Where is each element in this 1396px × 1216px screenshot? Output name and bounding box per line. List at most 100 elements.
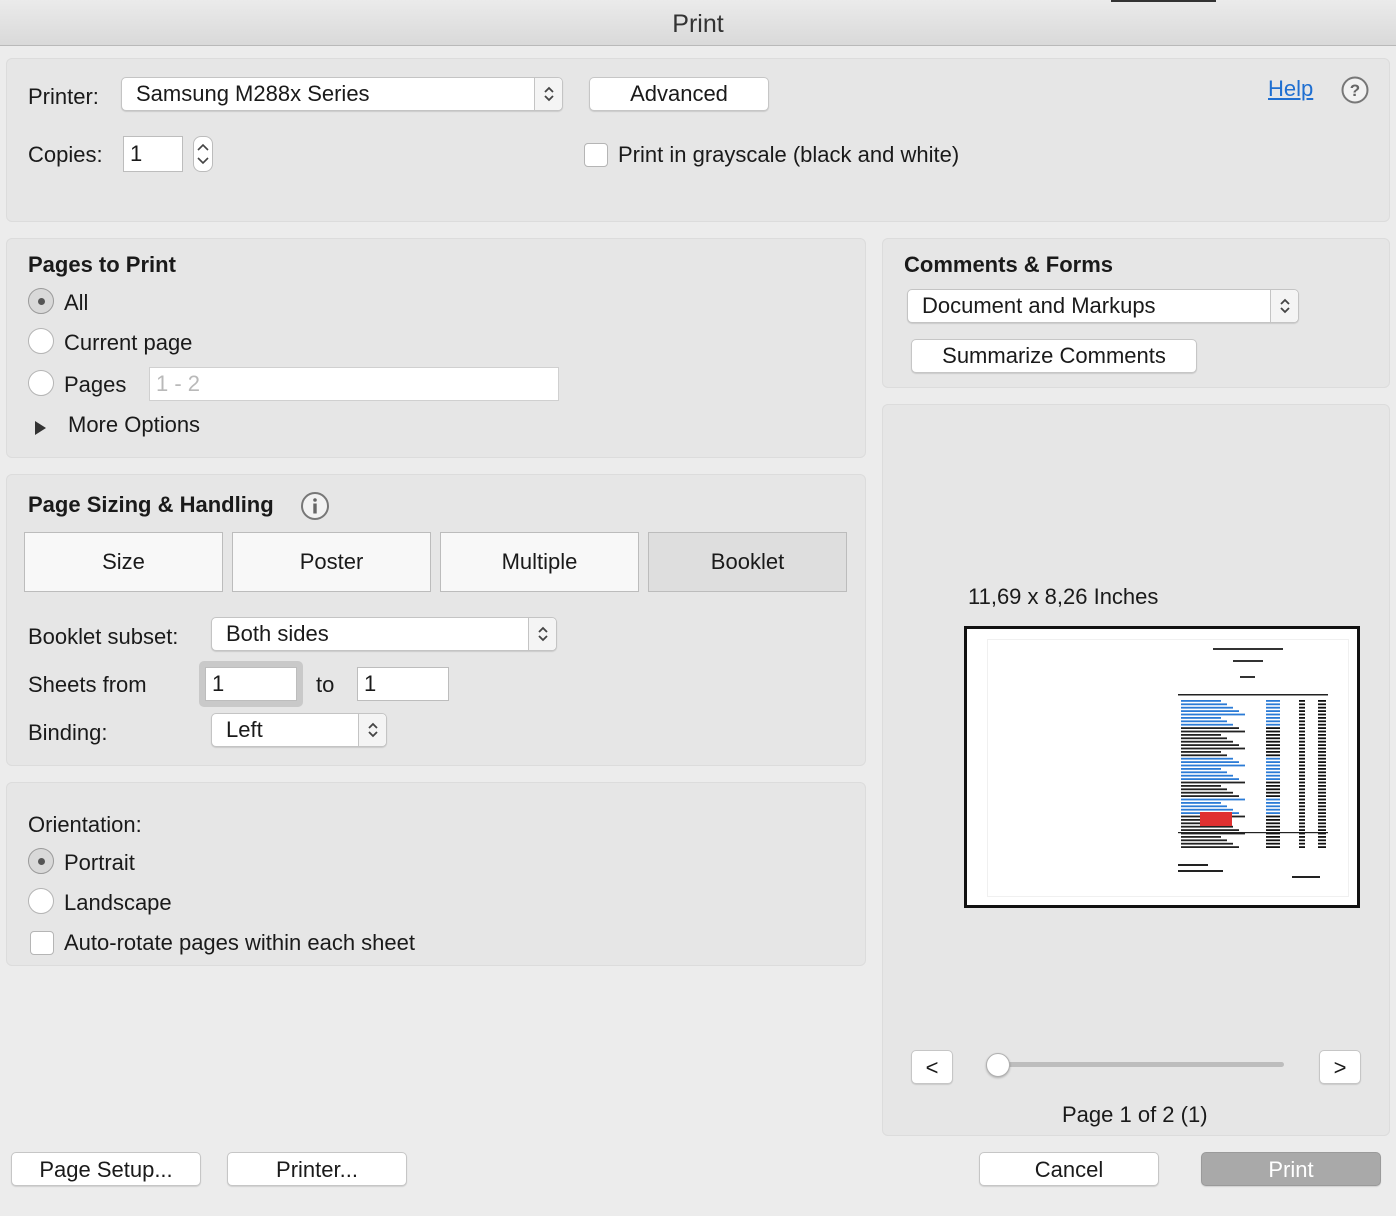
- thumb-cell: [1266, 744, 1280, 746]
- summarize-comments-button[interactable]: Summarize Comments: [911, 339, 1197, 373]
- thumb-cell: [1299, 764, 1305, 767]
- sheets-from-input[interactable]: 1: [205, 667, 297, 701]
- page-sizing-heading: Page Sizing & Handling: [28, 492, 274, 517]
- thumb-text-row: [1181, 798, 1245, 801]
- thumb-text-row: [1181, 761, 1239, 763]
- thumb-cell: [1318, 774, 1326, 777]
- thumb-cell: [1266, 846, 1280, 848]
- help-link[interactable]: Help: [1268, 76, 1313, 102]
- updown-arrows-icon: [358, 714, 386, 746]
- thumb-text-row: [1181, 706, 1233, 709]
- pages-range-radio[interactable]: [28, 370, 54, 396]
- updown-arrows-icon: [534, 78, 562, 110]
- thumb-cell: [1299, 751, 1305, 753]
- thumb-cell: [1318, 744, 1326, 746]
- info-icon[interactable]: [300, 491, 330, 521]
- pages-all-radio[interactable]: [28, 288, 54, 314]
- thumb-text-row: [1181, 771, 1227, 774]
- thumb-cell: [1299, 710, 1305, 712]
- thumb-text-row: [1181, 795, 1239, 797]
- thumb-cell: [1299, 757, 1305, 760]
- thumb-cell: [1318, 754, 1326, 757]
- pages-range-input[interactable]: 1 - 2: [149, 367, 559, 401]
- binding-select[interactable]: Left: [211, 713, 387, 747]
- thumb-cell: [1299, 819, 1305, 821]
- tab-multiple[interactable]: Multiple: [440, 532, 639, 592]
- thumb-signature-line: [1292, 876, 1320, 878]
- thumb-cell: [1299, 778, 1305, 780]
- thumb-text-row: [1181, 768, 1221, 770]
- thumb-cell: [1266, 723, 1280, 726]
- binding-value: Left: [226, 717, 263, 742]
- copies-stepper[interactable]: [193, 136, 213, 172]
- tab-poster[interactable]: Poster: [232, 532, 431, 592]
- booklet-subset-label: Booklet subset:: [28, 624, 179, 649]
- thumb-cell: [1318, 740, 1326, 743]
- landscape-radio[interactable]: [28, 888, 54, 914]
- prev-page-button[interactable]: <: [911, 1050, 953, 1084]
- thumb-cell: [1266, 808, 1280, 811]
- portrait-label: Portrait: [64, 850, 135, 875]
- disclosure-triangle-icon[interactable]: [34, 416, 48, 435]
- page-slider-thumb[interactable]: [986, 1053, 1010, 1077]
- comments-forms-select[interactable]: Document and Markups: [907, 289, 1299, 323]
- thumb-cell: [1299, 744, 1305, 746]
- tab-booklet[interactable]: Booklet: [648, 532, 847, 592]
- thumb-text-row: [1181, 839, 1227, 842]
- advanced-button[interactable]: Advanced: [589, 77, 769, 111]
- thumb-cell: [1318, 761, 1326, 763]
- thumb-text-row: [1181, 720, 1227, 723]
- thumb-text-row: [1181, 757, 1233, 760]
- auto-rotate-checkbox[interactable]: [30, 931, 54, 955]
- thumb-cell: [1318, 727, 1326, 729]
- page-slider-track[interactable]: [998, 1062, 1284, 1067]
- page-setup-button[interactable]: Page Setup...: [11, 1152, 201, 1186]
- pages-range-placeholder: 1 - 2: [156, 371, 201, 396]
- thumb-cell: [1318, 791, 1326, 794]
- tab-size[interactable]: Size: [24, 532, 223, 592]
- print-button[interactable]: Print: [1201, 1152, 1381, 1186]
- cancel-button[interactable]: Cancel: [979, 1152, 1159, 1186]
- current-page-label: Current page: [64, 330, 193, 355]
- printer-select[interactable]: Samsung M288x Series: [121, 77, 563, 111]
- thumb-cell: [1299, 839, 1305, 842]
- thumb-cell: [1266, 771, 1280, 774]
- more-options-label[interactable]: More Options: [68, 412, 200, 438]
- thumb-cell: [1299, 798, 1305, 801]
- booklet-subset-select[interactable]: Both sides: [211, 617, 557, 651]
- thumb-text-row: [1181, 842, 1233, 845]
- booklet-subset-value: Both sides: [226, 621, 329, 646]
- printer-button[interactable]: Printer...: [227, 1152, 407, 1186]
- thumb-text-row: [1181, 802, 1221, 804]
- preview-frame: [964, 626, 1360, 908]
- sheets-to-input[interactable]: 1: [357, 667, 449, 701]
- thumb-highlight: [1200, 812, 1232, 826]
- thumb-text-row: [1181, 754, 1227, 757]
- printer-label: Printer:: [28, 84, 99, 109]
- portrait-radio[interactable]: [28, 848, 54, 874]
- thumb-cell: [1318, 764, 1326, 767]
- thumb-cell: [1318, 805, 1326, 808]
- thumb-text-row: [1181, 723, 1233, 726]
- thumb-cell: [1318, 710, 1326, 712]
- thumb-cell: [1299, 754, 1305, 757]
- help-icon[interactable]: ?: [1341, 76, 1369, 104]
- thumb-cell: [1318, 822, 1326, 825]
- copies-field[interactable]: 1: [123, 136, 183, 172]
- thumb-cell: [1318, 842, 1326, 845]
- preview-document-thumbnail: [1178, 648, 1328, 878]
- pages-to-print-heading: Pages to Print: [28, 252, 176, 277]
- thumb-text-row: [1181, 846, 1239, 848]
- thumb-cell: [1299, 822, 1305, 825]
- thumb-cell: [1299, 815, 1305, 818]
- thumb-cell: [1299, 846, 1305, 848]
- thumb-header-line: [1240, 676, 1255, 678]
- thumb-cell: [1318, 720, 1326, 723]
- next-page-button[interactable]: >: [1319, 1050, 1361, 1084]
- thumb-header-line: [1233, 660, 1263, 662]
- grayscale-checkbox[interactable]: [584, 143, 608, 167]
- window-title: Print: [672, 10, 724, 38]
- thumb-cell: [1299, 829, 1305, 831]
- current-page-radio[interactable]: [28, 328, 54, 354]
- thumb-cell: [1299, 842, 1305, 845]
